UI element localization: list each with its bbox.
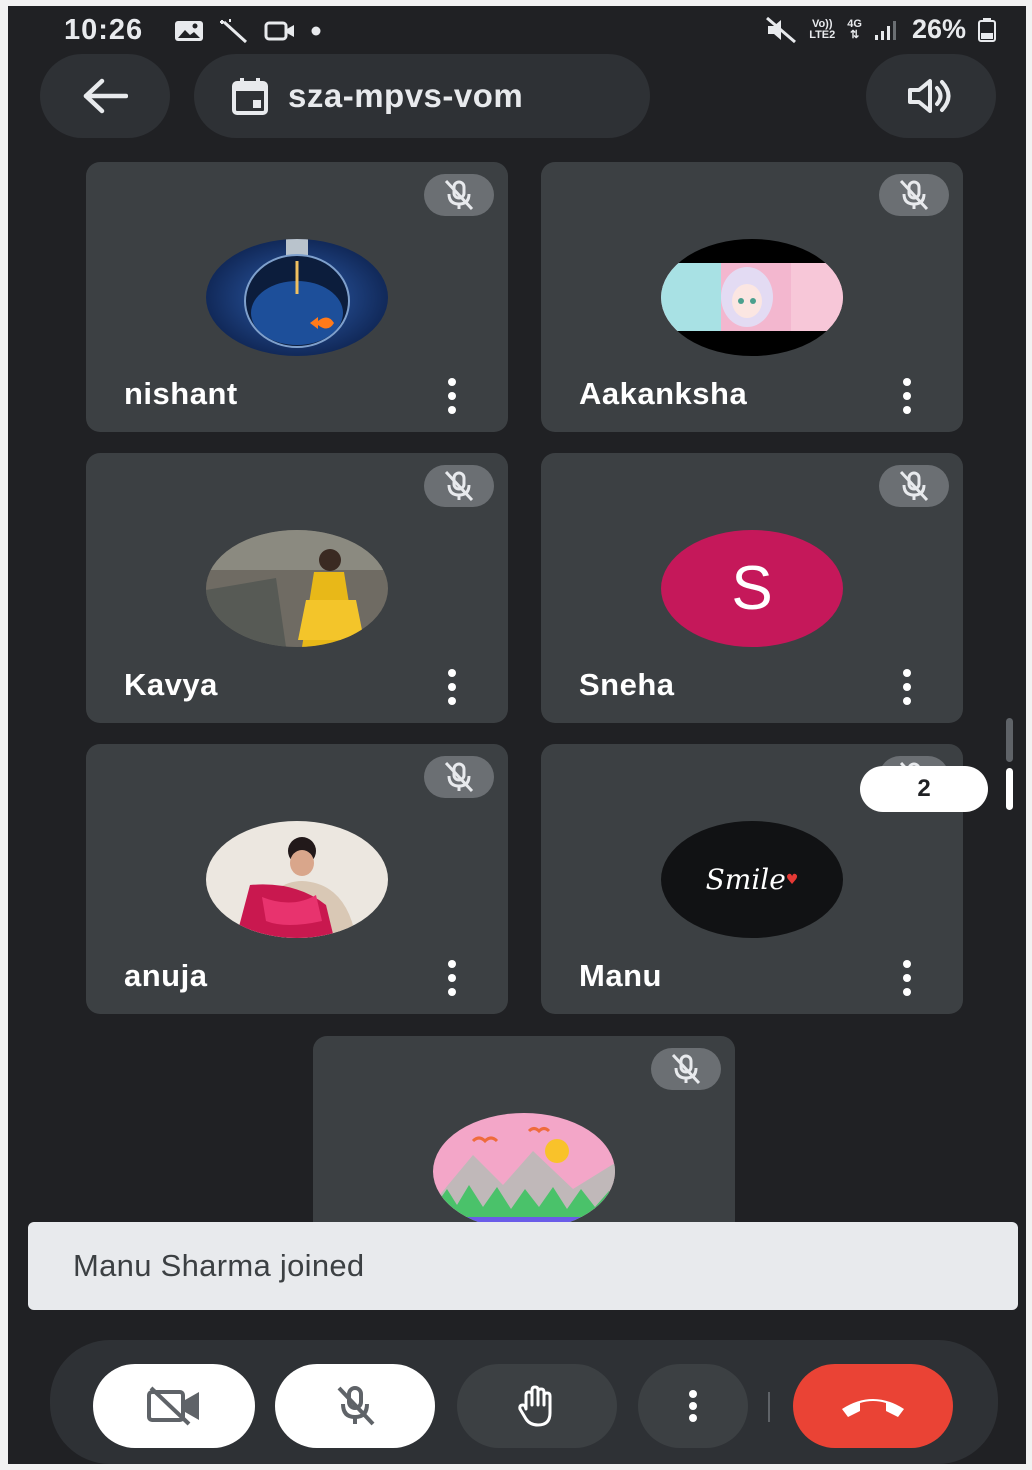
participant-tile-nishant[interactable]: nishant [86, 162, 508, 432]
call-controls-bar [50, 1340, 998, 1464]
mic-off-icon [337, 1386, 375, 1426]
participant-more-button[interactable] [897, 960, 917, 996]
meet-call-screen: 10:26 Vo)) LTE2 4G ⇅ 26% sza-mpvs-vom ni… [8, 6, 1026, 1464]
data-type: 4G ⇅ [847, 17, 862, 41]
person-avatar-image [206, 821, 388, 938]
mic-off-icon [899, 470, 929, 502]
mic-off-indicator [879, 465, 949, 507]
join-notification-toast: Manu Sharma joined [28, 1222, 1018, 1310]
notification-dot-icon [311, 26, 321, 36]
more-options-button[interactable] [638, 1364, 748, 1448]
participant-more-button[interactable] [442, 669, 462, 705]
avatar [206, 239, 388, 356]
mic-off-indicator [424, 756, 494, 798]
image-icon [175, 21, 203, 41]
mic-off-indicator [424, 174, 494, 216]
speaker-icon [908, 79, 951, 113]
controls-divider [768, 1392, 770, 1422]
participant-name: Sneha [579, 667, 675, 702]
scrollbar-thumb[interactable] [1006, 768, 1013, 810]
mic-off-indicator [424, 465, 494, 507]
data-type-label: 4G [847, 17, 862, 30]
participant-name: Kavya [124, 667, 218, 702]
avatar: Smile ♥ [661, 821, 843, 938]
mic-off-icon [671, 1053, 701, 1085]
mic-toggle-button[interactable] [275, 1364, 435, 1448]
anime-avatar-image [661, 239, 843, 356]
magic-wand-icon [220, 19, 248, 44]
mic-off-indicator [879, 174, 949, 216]
audio-output-button[interactable] [866, 54, 996, 138]
mute-bell-icon [766, 16, 797, 43]
camera-toggle-button[interactable] [93, 1364, 255, 1448]
avatar-text: Smile [705, 863, 786, 896]
data-arrows-icon: ⇅ [850, 28, 860, 41]
participant-name: Manu [579, 958, 662, 993]
avatar [433, 1113, 615, 1230]
network-type: Vo)) LTE2 [809, 17, 836, 41]
end-call-icon [842, 1399, 904, 1417]
arrow-back-icon [83, 78, 128, 114]
participant-more-button[interactable] [897, 669, 917, 705]
signal-icon [874, 20, 896, 40]
participant-more-button[interactable] [442, 378, 462, 414]
participant-tile-anuja[interactable]: anuja [86, 744, 508, 1014]
lightbulb-avatar-image [206, 239, 388, 356]
meeting-code: sza-mpvs-vom [288, 77, 524, 114]
page-indicator-badge: 2 [860, 766, 988, 812]
meeting-info-button[interactable]: sza-mpvs-vom [194, 54, 650, 138]
participant-more-button[interactable] [897, 378, 917, 414]
hand-icon [518, 1385, 552, 1427]
participant-more-button[interactable] [442, 960, 462, 996]
raise-hand-button[interactable] [457, 1364, 617, 1448]
heart-icon: ♥ [785, 871, 799, 888]
participant-tile-sneha[interactable]: S Sneha [541, 453, 963, 723]
participant-tile-aakanksha[interactable]: Aakanksha [541, 162, 963, 432]
mic-off-icon [444, 179, 474, 211]
participant-tile-kavya[interactable]: Kavya [86, 453, 508, 723]
scrollbar-track[interactable] [1006, 718, 1013, 762]
camera-off-icon [147, 1386, 199, 1426]
participant-name: Aakanksha [579, 376, 748, 411]
mic-off-icon [444, 761, 474, 793]
status-system-icons: Vo)) LTE2 4G ⇅ 26% [765, 14, 996, 45]
battery-icon [978, 17, 996, 42]
avatar [206, 530, 388, 647]
more-vert-icon [689, 1390, 697, 1422]
mic-off-icon [444, 470, 474, 502]
status-bar: 10:26 Vo)) LTE2 4G ⇅ 26% [8, 6, 1026, 56]
end-call-button[interactable] [793, 1364, 953, 1448]
video-recording-icon [264, 21, 294, 41]
participant-name: nishant [124, 376, 238, 411]
toast-message: Manu Sharma joined [73, 1248, 365, 1283]
avatar [661, 239, 843, 356]
battery-percent: 26% [911, 14, 966, 44]
mic-off-indicator [651, 1048, 721, 1090]
avatar: S [661, 530, 843, 647]
back-button[interactable] [40, 54, 170, 138]
person-avatar-image [206, 530, 388, 647]
status-notification-icons [174, 18, 322, 44]
landscape-avatar-image [433, 1113, 615, 1230]
lte-label: LTE2 [809, 28, 836, 41]
avatar [206, 821, 388, 938]
status-time: 10:26 [64, 14, 144, 46]
participant-name: anuja [124, 958, 208, 993]
volte-label: Vo)) [811, 17, 833, 30]
mic-off-icon [899, 179, 929, 211]
calendar-icon [232, 78, 268, 115]
